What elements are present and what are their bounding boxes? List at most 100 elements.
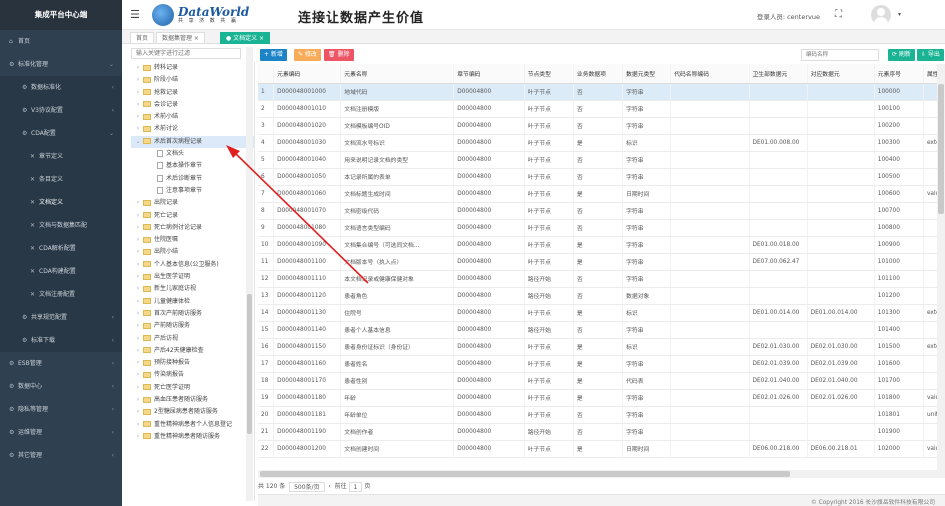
tree-node[interactable]: › 高血压患者随访服务 [131, 394, 254, 406]
sidebar-item[interactable]: ✕ CDA构建配置 [0, 260, 122, 283]
tree-node[interactable]: 术后诊断章节 [131, 173, 254, 185]
tree-node[interactable]: › 术前讨论 [131, 123, 254, 135]
sidebar-item[interactable]: ✕ 文档注册配置 [0, 283, 122, 306]
table-row[interactable]: 7 D000048001060 文档标题生成时间 D00004800 叶子节点是日期时间… [258, 185, 937, 203]
tree-node[interactable]: 基本操作章节 [131, 160, 254, 172]
table-row[interactable]: 19 D000048001180 年龄 D00004800 叶子节点是字符串 DE02.0… [258, 389, 937, 407]
table-row[interactable]: 14 D000048001130 住院号 D00004800 叶子节点是标识 DE01.0… [258, 304, 937, 322]
table-row[interactable]: 2 D000048001010 文档注册模版 D00004800 叶子节点否字符串 100… [258, 100, 937, 118]
tree-node[interactable]: › 阶段小结 [131, 74, 254, 86]
tab[interactable]: 首页 [130, 32, 155, 44]
expand-right-icon[interactable]: › [133, 382, 143, 394]
table-row[interactable]: 6 D000048001050 本记录所属的表单 D00004800 叶子节点否字符串 1… [258, 168, 937, 186]
refresh-button[interactable]: ⟳ 刷新 [888, 49, 915, 61]
menu-toggle-icon[interactable]: ☰ [130, 8, 140, 21]
tree-node[interactable]: › 个人基本信息(公卫服务) [131, 259, 254, 271]
sidebar-item[interactable]: ⚙ 数据标准化 ‹ [0, 76, 122, 99]
expand-right-icon[interactable]: › [133, 406, 143, 418]
table-hscroll-thumb[interactable] [260, 471, 790, 477]
tree-node[interactable]: › 出院记录 [131, 197, 254, 209]
tree-node[interactable]: › 会诊记录 [131, 99, 254, 111]
column-header[interactable]: 业务数据项 [573, 64, 624, 84]
expand-right-icon[interactable]: › [133, 357, 143, 369]
table-row[interactable]: 18 D000048001170 患者性别 D00004800 叶子节点是代码表 DE02… [258, 372, 937, 390]
table-row[interactable]: 5 D000048001040 用来说明记录文档的类型 D00004800 叶子节点否字… [258, 151, 937, 169]
expand-right-icon[interactable]: › [133, 62, 143, 74]
edit-button[interactable]: ✎ 修改 [294, 49, 321, 61]
fullscreen-icon[interactable]: ⛶ [835, 9, 842, 20]
tree-node[interactable]: 文档头 [131, 148, 254, 160]
column-header[interactable]: 对应数据元 [807, 64, 875, 84]
table-row[interactable]: 4 D000048001030 文档流水号标识 D00004800 叶子节点是标识 DE0… [258, 134, 937, 152]
sidebar-item[interactable]: ⚙ CDA配置 ⌄ [0, 122, 122, 145]
column-header[interactable]: 数据元类型 [622, 64, 672, 84]
column-header[interactable]: 代码名称编码 [670, 64, 750, 84]
tree-node[interactable]: › 抢救记录 [131, 87, 254, 99]
tree-node[interactable]: › 新生儿家庭访视 [131, 283, 254, 295]
table-row[interactable]: 20 D000048001181 年龄单位 D00004800 叶子节点否字符串 1018… [258, 406, 937, 424]
expand-right-icon[interactable]: › [133, 222, 143, 234]
tree-node[interactable]: › 产后42天健康检查 [131, 345, 254, 357]
tree-node[interactable]: › 住院医嘱 [131, 234, 254, 246]
tree-filter-input[interactable] [131, 48, 241, 59]
sidebar-item[interactable]: ✕ 文档定义 [0, 191, 122, 214]
add-button[interactable]: + 新增 [260, 49, 287, 61]
expand-right-icon[interactable]: › [133, 234, 143, 246]
sidebar-item[interactable]: ⚙ 运维管理 ‹ [0, 421, 122, 444]
tree-node[interactable]: › 首次产前随访服务 [131, 308, 254, 320]
tree-node[interactable]: › 产后访视 [131, 333, 254, 345]
sidebar-item[interactable]: ⚙ 标准化管理 ⌄ [0, 53, 122, 76]
expand-right-icon[interactable]: › [133, 394, 143, 406]
expand-right-icon[interactable]: › [133, 296, 143, 308]
table-vscroll-thumb[interactable] [938, 84, 944, 214]
table-search-input[interactable] [801, 49, 879, 61]
sidebar-item[interactable]: ✕ 文档与数据集匹配 [0, 214, 122, 237]
expand-right-icon[interactable]: › [133, 333, 143, 345]
sidebar-item[interactable]: ⚙ V3协议配置 ‹ [0, 99, 122, 122]
expand-right-icon[interactable]: › [133, 197, 143, 209]
column-header[interactable]: 元素序号 [874, 64, 924, 84]
table-row[interactable]: 9 D000048001080 文档语言类型编码 D00004800 叶子节点否字符串 1… [258, 219, 937, 237]
sidebar-item[interactable]: ⚙ 共享规范配置 ‹ [0, 306, 122, 329]
expand-right-icon[interactable]: › [133, 210, 143, 222]
expand-right-icon[interactable]: › [133, 87, 143, 99]
table-row[interactable]: 17 D000048001160 患者姓名 D00004800 叶子节点是字符串 DE02… [258, 355, 937, 373]
table-row[interactable]: 15 D000048001140 患者个人基本信息 D00004800 路径开始否字符串… [258, 321, 937, 339]
page-number-input[interactable]: 1 [348, 481, 363, 492]
expand-right-icon[interactable]: › [133, 74, 143, 86]
tree-node[interactable]: 注意事项章节 [131, 185, 254, 197]
table-row[interactable]: 22 D000048001200 文档创建时间 D00004800 叶子节点是日期时间 D… [258, 440, 937, 458]
sidebar-item[interactable]: ⚙ ESB管理 ‹ [0, 352, 122, 375]
tree-node[interactable]: › 术前小结 [131, 111, 254, 123]
sidebar-item[interactable]: ⚙ 其它管理 ‹ [0, 444, 122, 467]
expand-right-icon[interactable]: › [133, 308, 143, 320]
delete-button[interactable]: 🗑 删除 [324, 49, 354, 61]
avatar[interactable] [871, 5, 891, 25]
prev-page-icon[interactable]: ‹ [328, 483, 330, 490]
sidebar-item[interactable]: ✕ 条目定义 [0, 168, 122, 191]
table-row[interactable]: 10 D000048001090 文档集合编号（可选同文档… D00004800 叶子节… [258, 236, 937, 254]
column-header[interactable]: 节点类型 [524, 64, 574, 84]
expand-right-icon[interactable]: › [133, 345, 143, 357]
sidebar-item[interactable]: ✕ CDA解析配置 [0, 237, 122, 260]
expand-right-icon[interactable]: › [133, 271, 143, 283]
tree-node[interactable]: › 2型糖尿病患者随访服务 [131, 406, 254, 418]
column-header[interactable]: 元素名称 [340, 64, 455, 84]
table-row[interactable]: 21 D000048001190 文档创作者 D00004800 路径开始否字符串 101… [258, 423, 937, 441]
page-size-select[interactable]: 500条/页 [289, 481, 325, 492]
table-row[interactable]: 11 D000048001100 文档版本号（执入点） D00004800 叶子节点是字… [258, 253, 937, 271]
column-header[interactable] [258, 64, 275, 84]
expand-right-icon[interactable]: › [133, 283, 143, 295]
table-row[interactable]: 8 D000048001070 文档密级代码 D00004800 叶子节点否字符串 100… [258, 202, 937, 220]
column-header[interactable]: 卫生部数据元 [749, 64, 808, 84]
tree-node[interactable]: › 出院小结 [131, 246, 254, 258]
sidebar-item[interactable]: ⌂ 首页 [0, 30, 122, 53]
table-row[interactable]: 13 D000048001120 患者角色 D00004800 路径开始否数据对象 101… [258, 287, 937, 305]
tree-node[interactable]: › 死亡医学证明 [131, 382, 254, 394]
tree-scrollbar[interactable] [246, 47, 253, 501]
expand-down-icon[interactable]: ⌄ [133, 136, 143, 148]
expand-right-icon[interactable]: › [133, 431, 143, 443]
chevron-down-icon[interactable]: ▾ [898, 11, 901, 18]
tab[interactable]: ● 文档定义 × [220, 32, 271, 44]
tree-node[interactable]: › 死亡记录 [131, 210, 254, 222]
